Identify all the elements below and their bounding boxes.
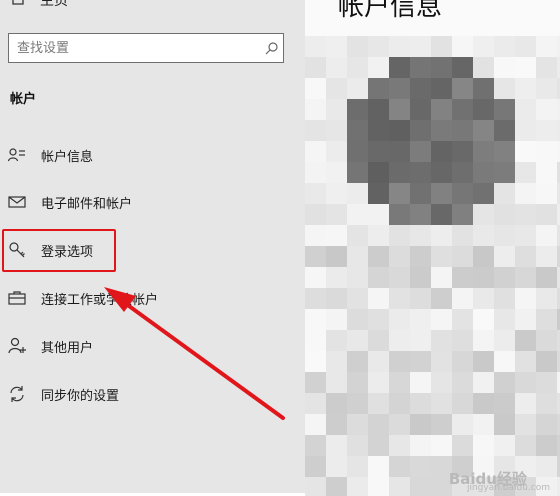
content-pane: 帐户信息 Baidu经验 jingyan.baidu.com xyxy=(305,0,560,496)
person-card-icon xyxy=(7,147,27,163)
search-icon[interactable] xyxy=(261,41,283,55)
home-label: 主页 xyxy=(40,0,68,9)
sidebar-item-label: 帐户信息 xyxy=(41,149,94,165)
sidebar-item-other-users[interactable]: 其他用户 xyxy=(0,322,300,370)
sidebar-item-label: 电子邮件和帐户 xyxy=(41,196,133,212)
sidebar-item-label: 同步你的设置 xyxy=(41,388,120,404)
sidebar-item-label: 连接工作或学校帐户 xyxy=(41,292,159,308)
home-nav-item[interactable]: 主页 xyxy=(10,0,68,12)
section-title: 帐户 xyxy=(10,92,37,107)
highlight-box xyxy=(2,229,116,272)
sidebar-item-work-school[interactable]: 连接工作或学校帐户 xyxy=(0,274,300,322)
home-icon xyxy=(10,0,26,10)
pixelated-avatar xyxy=(305,36,560,496)
add-person-icon xyxy=(7,337,27,355)
sync-icon xyxy=(7,385,27,403)
search-box[interactable] xyxy=(8,33,284,63)
sidebar-item-label: 其他用户 xyxy=(41,340,94,356)
watermark: Baidu经验 jingyan.baidu.com xyxy=(449,468,550,493)
sidebar-item-sync-settings[interactable]: 同步你的设置 xyxy=(0,370,300,418)
mail-icon xyxy=(7,195,27,209)
page-title: 帐户信息 xyxy=(338,0,443,22)
briefcase-icon xyxy=(7,290,27,306)
sidebar-item-account-info[interactable]: 帐户信息 xyxy=(0,131,300,179)
search-input[interactable] xyxy=(9,34,261,62)
sidebar-item-email-accounts[interactable]: 电子邮件和帐户 xyxy=(0,178,300,226)
watermark-sub: jingyan.baidu.com xyxy=(466,483,550,493)
